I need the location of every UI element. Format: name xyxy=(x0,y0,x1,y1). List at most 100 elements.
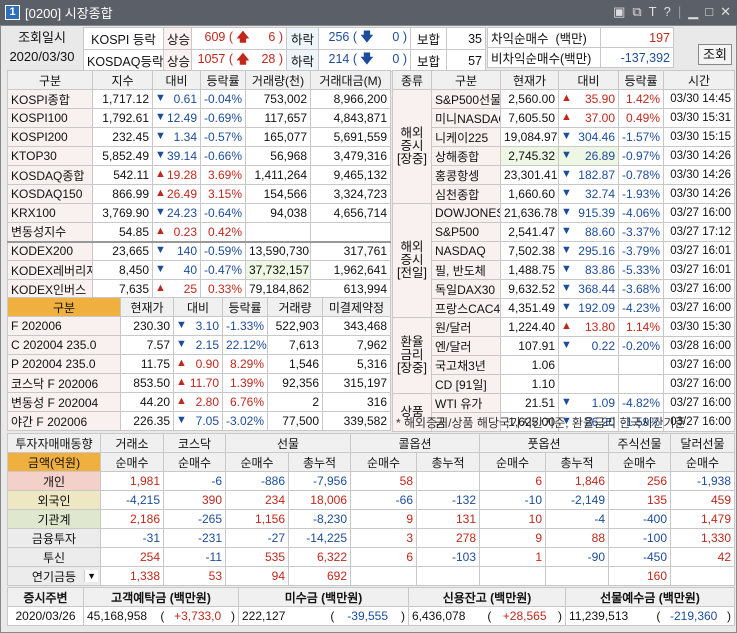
table-row[interactable]: 니케이225 19,084.97 ▼ 304.46 -1.57% 03/30 15:15 xyxy=(393,127,735,147)
table-row[interactable]: KOSDAQ종합 542.11 ▲ 19.28 3.69% 1,411,264 9,465,… xyxy=(7,165,391,185)
change-cell: ▼ 2.15 xyxy=(173,335,223,355)
column-header: 종류 xyxy=(392,70,432,90)
table-row[interactable]: KOSPI100 1,792.61 ▼ 12.49 -0.69% 117,657 4,843… xyxy=(7,108,391,128)
price: 1,660.60 xyxy=(500,184,559,204)
layout-icon[interactable]: ▣ xyxy=(613,4,625,20)
change-cell: ▼ 7.05 xyxy=(173,411,223,431)
table-row[interactable]: KRX100 3,769.90 ▼ 24.23 -0.64% 94,038 4,656,71… xyxy=(7,203,391,223)
time: 03/27 16:00 xyxy=(663,203,735,223)
table-row[interactable]: KOSPI200 232.45 ▼ 1.34 -0.57% 165,077 5,691,55… xyxy=(7,127,391,147)
table-row[interactable]: 변동성지수 54.85 ▲ 0.23 0.42% xyxy=(7,222,391,242)
table-row[interactable]: 홍콩항셍 23,301.41 ▼ 182.87 -0.78% 03/30 14:26 xyxy=(393,165,735,185)
query-date: 2020/03/30 xyxy=(9,49,75,64)
item-name: 심천종합 xyxy=(431,184,501,204)
table-row[interactable]: 해외 증시 [장중] S&P500선물 2,560.00 ▲ 35.90 1.42% 03/… xyxy=(392,89,735,204)
column-header: 현재가 xyxy=(500,70,559,90)
table-row[interactable]: F 202006 230.30 ▼ 3.10 -1.33% 522,903 343,468 xyxy=(7,316,391,336)
close-icon[interactable]: ✕ xyxy=(720,4,731,20)
price: 21,636.78 xyxy=(500,203,559,223)
net-value: 18,006 xyxy=(288,490,351,510)
advance-decline-row: KOSPI 등락 상승 609 ( 🡅 6 ) 하락 256 ( 🡇 0 ) 보합 35 xyxy=(83,27,486,50)
net-value xyxy=(479,566,546,586)
group-header-row: 투자자매매동향 거래소 코스닥 선물 콜옵션 풋옵션 주식선물 달러선물 xyxy=(7,433,735,453)
header-row: 구분 지수 대비 등락률 거래량(천) 거래대금(M) xyxy=(7,70,391,90)
time: 03/30 14:26 xyxy=(663,146,735,166)
table-row[interactable]: 미니NASDAQ 7,605.50 ▲ 37.00 0.49% 03/30 15:31 xyxy=(393,108,735,128)
table-row[interactable]: 프랑스CAC40 4,351.49 ▼ 192.09 -4.23% 03/27 16:00 xyxy=(393,298,735,318)
change-cell: ▲ 35.90 xyxy=(558,89,619,109)
sub-header: 순매수 xyxy=(100,452,164,472)
table-row[interactable]: 코스닥 F 202006 853.50 ▲ 11.70 1.39% 92,356 315,1… xyxy=(7,373,391,393)
table-row[interactable]: S&P500 2,541.47 ▼ 88.60 -3.37% 03/27 17:12 xyxy=(393,222,735,242)
sub-header-row: 금액(억원) 순매수 순매수 순매수 총누적 순매수 총누적 순매수 총누적 순매수 순매수 xyxy=(7,452,735,472)
item-name: 변동성지수 xyxy=(7,222,93,242)
table-row[interactable]: 필, 반도체 1,488.75 ▼ 83.86 -5.33% 03/27 16:01 xyxy=(393,260,735,280)
table-row[interactable]: 상해종합 2,745.32 ▼ 26.89 -0.97% 03/30 14:26 xyxy=(393,146,735,166)
column-header: 선물예수금 (백만원) xyxy=(565,587,735,607)
change-value: 7.05 xyxy=(195,414,219,428)
investor-row[interactable]: 연기금등 ▼ 1,338 53 94 692 160 xyxy=(7,566,735,586)
link-icon[interactable]: ⧉ xyxy=(632,4,641,20)
fund-change: +3,733,0 xyxy=(174,609,222,623)
change-rate: 8.29% xyxy=(222,354,268,374)
table-row[interactable]: 환율 금리 [장중] 원/달러 1,224.40 ▲ 13.80 1.14% 03/30 1… xyxy=(392,317,735,394)
table-row[interactable]: KOSPI종합 1,717.12 ▼ 0.61 -0.04% 753,002 8,966,2… xyxy=(7,89,391,109)
net-value: 256 xyxy=(608,471,671,491)
sub-header: 순매수 xyxy=(225,452,289,472)
change-cell: ▼ 3.10 xyxy=(173,316,223,336)
table-row[interactable]: 독일DAX30 9,632.52 ▼ 368.44 -3.68% 03/27 16:00 xyxy=(393,279,735,299)
down-limit: 0 xyxy=(392,30,400,44)
net-value: -4,215 xyxy=(100,490,164,510)
price: 230.30 xyxy=(120,316,174,336)
volume: 117,657 xyxy=(245,108,311,128)
query-button[interactable]: 조회 xyxy=(698,44,732,65)
help-icon[interactable]: ? xyxy=(664,4,671,20)
table-row[interactable]: CD [91일] 1.10 03/27 16:00 xyxy=(393,374,735,394)
table-row[interactable]: KOSDAQ150 866.99 ▲ 26.49 3.15% 154,566 3,324,7… xyxy=(7,184,391,204)
price: 5,852.49 xyxy=(92,146,153,166)
table-row[interactable]: 엔/달러 107.91 ▼ 0.22 -0.20% 03/28 16:00 xyxy=(393,336,735,356)
down-triangle-icon: ▼ xyxy=(561,301,572,313)
investor-row[interactable]: 금융투자 -31 -231 -27 -14,225 3 278 9 88 -100 1,330 xyxy=(7,528,735,548)
item-name: DOWJONES xyxy=(431,203,501,223)
table-row[interactable]: KODEX레버리지 8,450 ▼ 40 -0.47% 37,732,157 1,962,6… xyxy=(7,260,391,280)
table-row[interactable]: KTOP30 5,852.49 ▼ 39.14 -0.66% 56,968 3,479,31… xyxy=(7,146,391,166)
change-rate: -0.66% xyxy=(200,146,246,166)
investor-row[interactable]: 외국인 -4,215 390 234 18,006 -66 -132 -10 -2,149 135… xyxy=(7,490,735,510)
change-rate: 0.49% xyxy=(618,108,664,128)
paren: ) xyxy=(399,52,407,66)
item-name: KODEX인버스 xyxy=(7,279,93,299)
investor-row[interactable]: 개인 1,981 -6 -886 -7,956 58 6 1,846 256 -1,938 xyxy=(7,471,735,491)
table-row[interactable]: 국고채3년 1.06 03/27 16:00 xyxy=(393,355,735,375)
table-row[interactable]: P 202004 235.0 11.75 ▲ 0.90 8.29% 1,546 5,316 xyxy=(7,354,391,374)
column-header: 대비 xyxy=(173,297,223,317)
table-row[interactable]: 심천종합 1,660.60 ▼ 32.74 -1.93% 03/30 14:26 xyxy=(393,184,735,204)
investor-row[interactable]: 투신 254 -11 535 6,322 6 -103 1 -90 -450 42 xyxy=(7,547,735,567)
table-row[interactable]: NASDAQ 7,502.38 ▼ 295.16 -3.79% 03/27 16:01 xyxy=(393,241,735,261)
table-row[interactable]: 상품 WTI 유가 21.51 ▼ 1.09 -4.82% 03/27 16:00 xyxy=(392,393,735,432)
change-cell xyxy=(558,355,619,375)
paren: ( xyxy=(225,30,237,44)
maximize-icon[interactable]: □ xyxy=(705,4,713,20)
amount: 4,843,871 xyxy=(310,108,391,128)
text-icon[interactable]: T xyxy=(649,4,657,20)
table-row[interactable]: KODEX200 23,665 ▼ 140 -0.59% 13,590,730 317,76… xyxy=(7,241,391,261)
up-limit: 28 xyxy=(261,52,276,66)
investor-trading-table: 투자자매매동향 거래소 코스닥 선물 콜옵션 풋옵션 주식선물 달러선물 금액(억원) 순매수 순매… xyxy=(7,433,735,586)
table-row[interactable]: 변동성 F 202004 44.20 ▲ 2.80 6.76% 2 316 xyxy=(7,392,391,412)
item-name: 독일DAX30 xyxy=(431,279,501,299)
up-count-cell: 1057 ( 🡅 28 ) xyxy=(191,49,287,72)
minimize-icon[interactable]: ▁ xyxy=(688,4,698,20)
table-row[interactable]: 야간 F 202006 226.35 ▼ 7.05 -3.02% 77,500 339,58… xyxy=(7,411,391,431)
table-row[interactable]: C 202004 235.0 7.57 ▼ 2.15 22.12% 7,613 7,962 xyxy=(7,335,391,355)
down-triangle-icon: ▼ xyxy=(561,263,572,275)
dropdown-arrow-icon[interactable]: ▼ xyxy=(84,570,98,582)
table-row[interactable]: 해외 증시 [전일] DOWJONES 21,636.78 ▼ 915.39 -4.06%… xyxy=(392,203,735,318)
market-name: KOSPI 등락 xyxy=(83,27,164,50)
change-value: 3.10 xyxy=(195,319,219,333)
net-value: 278 xyxy=(416,528,480,548)
investor-name: 외국인 xyxy=(37,493,71,508)
table-row[interactable]: KODEX인버스 7,635 ▲ 25 0.33% 79,184,862 613,994 xyxy=(7,279,391,299)
investor-row[interactable]: 기관계 2,186 -265 1,156 -8,230 9 131 10 -4 -400 1,479 xyxy=(7,509,735,529)
change-value: 0.90 xyxy=(195,357,219,371)
